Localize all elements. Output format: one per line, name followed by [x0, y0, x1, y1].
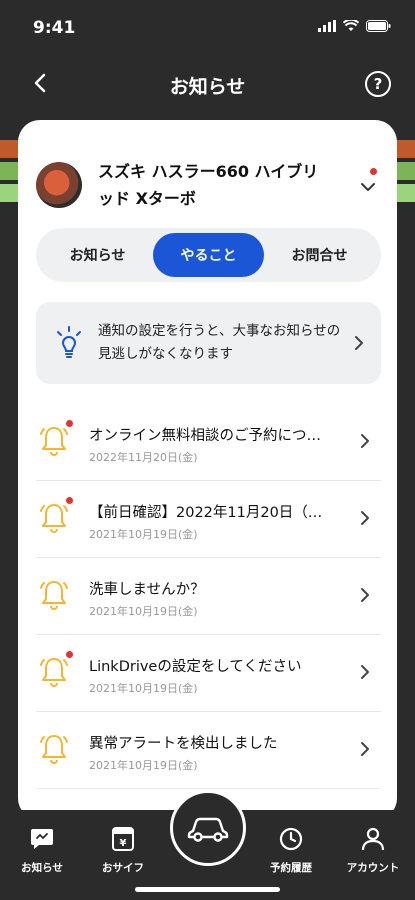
chevron-right-icon: [361, 742, 369, 756]
item-date: 2021年10月19日(金): [89, 605, 198, 618]
list-item[interactable]: 異常アラートを検出しました 2021年10月19日(金): [36, 712, 381, 789]
vehicle-selector[interactable]: スズキ ハスラー660 ハイブリッド Xターボ: [36, 158, 381, 216]
nav-item-wallet[interactable]: ¥ おサイフ: [83, 826, 163, 875]
nav-item-label: おサイフ: [102, 862, 144, 874]
nav-item-label: 予約履歴: [270, 862, 312, 874]
chevron-down-icon[interactable]: [359, 178, 377, 196]
car-icon: [187, 817, 229, 842]
item-title: オンライン無料相談のご予約につ…: [89, 428, 321, 444]
item-date: 2021年10月19日(金): [89, 759, 198, 772]
item-title: 【前日確認】2022年11月20日（…: [89, 505, 323, 521]
chevron-right-icon: [361, 665, 369, 679]
content-card: スズキ ハスラー660 ハイブリッド Xターボ お知らせ やること お問合せ 通…: [18, 120, 397, 820]
status-time: 9:41: [33, 18, 76, 38]
decorative-stripes-left: [0, 140, 18, 230]
list-item[interactable]: LinkDriveの設定をしてください 2021年10月19日(金): [36, 635, 381, 712]
nav-bar: お知らせ ?: [0, 60, 415, 110]
notification-list: オンライン無料相談のご予約につ… 2022年11月20日(金) 【前日確認】20…: [36, 404, 381, 789]
nav-item-account[interactable]: アカウント: [333, 826, 413, 875]
tab-inquiry[interactable]: お問合せ: [264, 233, 375, 277]
nav-item-label: アカウント: [346, 862, 400, 874]
list-item[interactable]: 洗車しませんか？ 2021年10月19日(金): [36, 558, 381, 635]
item-date: 2021年10月19日(金): [89, 528, 198, 541]
unread-dot: [66, 497, 73, 504]
car-home-button[interactable]: [170, 790, 246, 866]
chevron-right-icon: [361, 588, 369, 602]
home-indicator: [135, 887, 280, 892]
list-item[interactable]: オンライン無料相談のご予約につ… 2022年11月20日(金): [36, 404, 381, 481]
unread-dot: [66, 420, 73, 427]
chat-icon: [31, 829, 53, 849]
chevron-right-icon: [355, 336, 363, 350]
signal-icon: [318, 20, 336, 32]
item-title: 洗車しませんか？: [89, 582, 205, 598]
unread-dot: [370, 168, 377, 175]
battery-icon: [366, 20, 391, 32]
segmented-tabs: お知らせ やること お問合せ: [36, 228, 381, 282]
page-title: お知らせ: [169, 76, 246, 98]
unread-dot: [66, 651, 73, 658]
wallet-icon: ¥: [112, 827, 134, 851]
decorative-stripes-right: [397, 140, 415, 230]
status-bar: 9:41: [0, 0, 415, 52]
item-date: 2021年10月19日(金): [89, 682, 198, 695]
bell-icon: [40, 427, 68, 456]
chevron-right-icon: [361, 434, 369, 448]
nav-item-notices[interactable]: お知らせ: [2, 826, 82, 875]
vehicle-name: スズキ ハスラー660 ハイブリッド Xターボ: [98, 162, 319, 208]
bell-icon: [40, 735, 68, 764]
nav-item-label: お知らせ: [21, 862, 63, 874]
lightbulb-icon: [57, 326, 81, 358]
nav-item-reservations[interactable]: 予約履歴: [251, 826, 331, 875]
item-date: 2022年11月20日(金): [89, 451, 198, 464]
item-title: 異常アラートを検出しました: [89, 736, 278, 752]
chevron-right-icon: [361, 511, 369, 525]
person-icon: [361, 827, 385, 851]
tab-todo[interactable]: やること: [153, 233, 264, 277]
notice-text: 通知の設定を行うと、大事なお知らせの見逃しがなくなります: [98, 323, 341, 362]
tab-notices[interactable]: お知らせ: [42, 233, 153, 277]
clock-icon: [279, 827, 303, 851]
svg-text:¥: ¥: [120, 838, 127, 849]
notification-settings-banner[interactable]: 通知の設定を行うと、大事なお知らせの見逃しがなくなります: [36, 302, 381, 384]
list-item[interactable]: 【前日確認】2022年11月20日（… 2021年10月19日(金): [36, 481, 381, 558]
wifi-icon: [343, 20, 359, 31]
vehicle-image: [36, 162, 82, 208]
bell-icon: [40, 658, 68, 687]
bell-icon: [40, 581, 68, 610]
help-icon[interactable]: ?: [365, 71, 391, 97]
bell-icon: [40, 504, 68, 533]
status-icons: [318, 20, 391, 32]
item-title: LinkDriveの設定をしてください: [89, 659, 302, 675]
